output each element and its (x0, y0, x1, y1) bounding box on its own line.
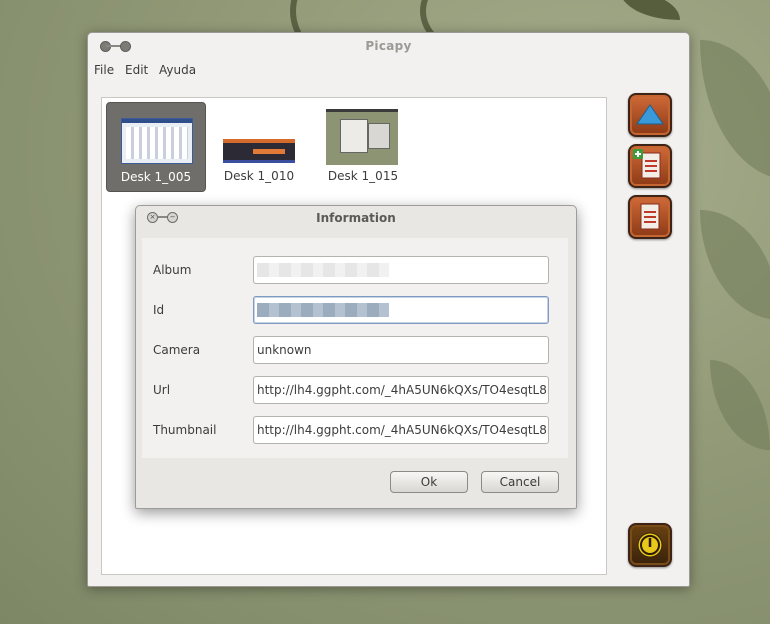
thumbnail-field[interactable]: http://lh4.ggpht.com/_4hA5UN6kQXs/TO4esq… (253, 416, 549, 444)
ok-button[interactable]: Ok (390, 471, 468, 493)
wallpaper-leaf (620, 0, 680, 20)
photo-item-desk-1-015[interactable]: Desk 1_015 (314, 102, 412, 190)
album-value-redacted (257, 263, 389, 277)
cancel-button[interactable]: Cancel (481, 471, 559, 493)
wallpaper-leaf (700, 210, 770, 320)
photo-item-desk-1-010[interactable]: Desk 1_010 (210, 102, 308, 190)
thumbnail-label: Thumbnail (153, 423, 217, 437)
camera-field[interactable]: unknown (253, 336, 549, 364)
wallpaper-leaf (700, 40, 770, 180)
menu-bar: File Edit Ayuda (88, 59, 689, 81)
photo-item-desk-1-005[interactable]: Desk 1_005 (106, 102, 206, 192)
menu-file[interactable]: File (94, 63, 114, 77)
window-title: Picapy (365, 39, 412, 53)
information-form: Album Id Camera unknown Url http://lh4.g… (142, 238, 568, 458)
remove-photo-button[interactable] (628, 195, 672, 239)
url-label: Url (153, 383, 171, 397)
power-button[interactable] (628, 523, 672, 567)
wallpaper-leaf (710, 360, 770, 450)
photo-thumbnail (223, 139, 295, 163)
photo-label: Desk 1_015 (327, 169, 399, 183)
album-field[interactable] (253, 256, 549, 284)
url-field[interactable]: http://lh4.ggpht.com/_4hA5UN6kQXs/TO4esq… (253, 376, 549, 404)
id-label: Id (153, 303, 165, 317)
album-label: Album (153, 263, 192, 277)
photo-label: Desk 1_005 (120, 170, 192, 184)
photo-thumbnail (121, 118, 193, 164)
title-bar[interactable]: Picapy (88, 33, 689, 59)
photo-thumbnail (326, 109, 398, 165)
camera-label: Camera (153, 343, 201, 357)
menu-edit[interactable]: Edit (125, 63, 148, 77)
photo-label: Desk 1_010 (223, 169, 295, 183)
id-field[interactable] (253, 296, 549, 324)
add-photo-button[interactable] (628, 144, 672, 188)
id-value-redacted (257, 303, 389, 317)
menu-ayuda[interactable]: Ayuda (159, 63, 196, 77)
information-dialog: × − Information Album Id Camera unknown … (135, 205, 577, 509)
upload-button[interactable] (628, 93, 672, 137)
dialog-title: Information (316, 211, 396, 225)
